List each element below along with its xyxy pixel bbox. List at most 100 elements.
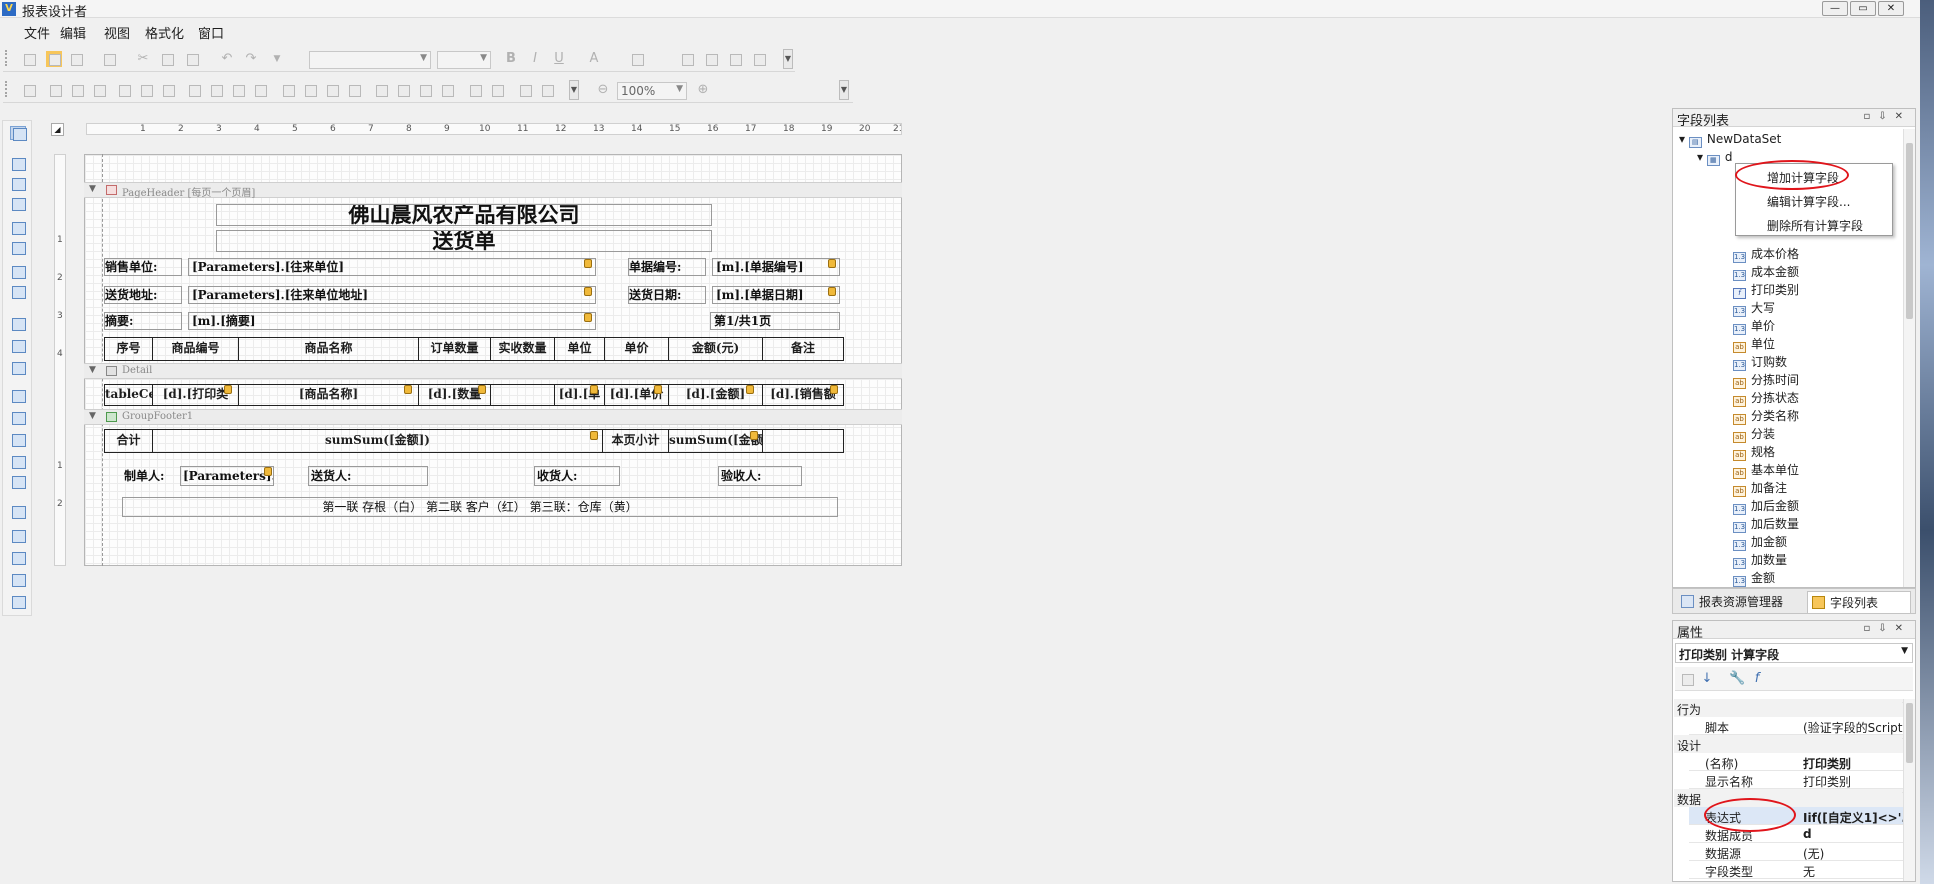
minimize-button[interactable]: —	[1822, 1, 1848, 16]
field-item[interactable]: ab 分拣状态	[1733, 389, 1799, 407]
ruler-corner-button[interactable]: ◢	[51, 123, 64, 136]
header-cell[interactable]: 商品名称	[239, 338, 419, 360]
category-behavior[interactable]: 行为⌃	[1674, 699, 1915, 717]
detail-cell[interactable]	[491, 385, 555, 405]
checker-label[interactable]: 验收人:	[718, 466, 802, 486]
redo-dropdown-icon[interactable]: ▼	[269, 51, 285, 67]
header-table[interactable]: 序号 商品编号 商品名称 订单数量 实收数量 单位 单价 金额(元) 备注	[104, 337, 844, 361]
document-title[interactable]: 送货单	[216, 230, 712, 252]
header-cell[interactable]: 订单数量	[419, 338, 491, 360]
panel-tool-icon[interactable]	[10, 241, 26, 255]
align-center-icon[interactable]	[703, 51, 719, 67]
toc-tool-icon[interactable]	[10, 551, 26, 565]
field-item[interactable]: ab 分拣时间	[1733, 371, 1799, 389]
panel-buttons[interactable]: ▫⇩✕	[1863, 111, 1911, 122]
field-item[interactable]: 1.3 订购数	[1733, 353, 1787, 371]
header-cell[interactable]: 实收数量	[491, 338, 555, 360]
object-selector[interactable]: 打印类别 计算字段 ▼	[1675, 643, 1913, 663]
copy-icon[interactable]	[159, 51, 175, 67]
field-item[interactable]: 1.3 金额	[1733, 569, 1775, 587]
field-item[interactable]: f 打印类别	[1733, 281, 1799, 299]
richtext-tool-icon[interactable]	[10, 197, 26, 211]
toolbar-grip[interactable]	[5, 50, 9, 66]
alphabetical-icon[interactable]: ↓	[1699, 671, 1715, 687]
property-row[interactable]: 数据源 (无)	[1689, 843, 1915, 861]
collapse-icon[interactable]: ▼	[89, 365, 96, 375]
field-item[interactable]: 1.3 加后数量	[1733, 515, 1799, 533]
field-item[interactable]: 1.3 单价	[1733, 317, 1775, 335]
pointer-tool-icon[interactable]	[10, 126, 27, 141]
zoom-out-icon[interactable]: ⊖	[595, 82, 611, 98]
footer-table[interactable]: 合计 sumSum([金额]) 本页小计 sumSum([金额]	[104, 429, 844, 453]
same-height-icon[interactable]	[230, 82, 246, 98]
cross-band-tool-icon[interactable]	[10, 595, 26, 609]
page-info-tool-icon[interactable]	[10, 505, 26, 519]
align-left-icon[interactable]	[679, 51, 695, 67]
page-break-tool-icon[interactable]	[10, 573, 26, 587]
field-item[interactable]: 1.3 成本金额	[1733, 263, 1799, 281]
total-field[interactable]: sumSum([金额])	[153, 430, 603, 452]
cut-icon[interactable]: ✂	[135, 51, 151, 67]
detail-cell[interactable]: [商品名称]	[239, 385, 419, 405]
sales-unit-field[interactable]: [Parameters].[往来单位]	[188, 258, 596, 276]
copies-note[interactable]: 第一联 存根（白） 第二联 客户（红） 第三联：仓库（黄）	[122, 497, 838, 517]
doc-no-field[interactable]: [m].[单据编号]	[712, 258, 840, 276]
properties-icon[interactable]: 🔧	[1729, 671, 1745, 687]
field-item[interactable]: 1.3 成本价格	[1733, 245, 1799, 263]
maker-field[interactable]: [Parameters].[	[180, 466, 274, 486]
property-row[interactable]: (名称) 打印类别	[1689, 753, 1915, 771]
justify-icon[interactable]	[751, 51, 767, 67]
field-item[interactable]: 1.3 加数量	[1733, 551, 1787, 569]
header-cell[interactable]: 备注	[763, 338, 843, 360]
same-width-icon[interactable]	[186, 82, 202, 98]
collapse-icon[interactable]: ▼	[89, 184, 96, 194]
menu-delete-all-calculated-fields[interactable]: 删除所有计算字段	[1767, 217, 1863, 234]
subreport-tool-icon[interactable]	[10, 529, 26, 543]
label-tool-icon[interactable]	[10, 157, 26, 171]
page-info-field[interactable]: 第1/共1页	[710, 312, 840, 330]
header-cell[interactable]: 金额(元)	[669, 338, 763, 360]
field-item[interactable]: ab 规格	[1733, 443, 1775, 461]
character-comb-tool-icon[interactable]	[10, 285, 26, 299]
table-tool-icon[interactable]	[10, 265, 26, 279]
toolbar-overflow-icon[interactable]: ▼	[569, 80, 579, 100]
receiver-label[interactable]: 收货人:	[534, 466, 620, 486]
bring-to-front-icon[interactable]	[517, 82, 533, 98]
back-color-icon[interactable]	[629, 51, 645, 67]
summary-field[interactable]: [m].[摘要]	[188, 312, 596, 330]
new-icon[interactable]	[21, 51, 37, 67]
center-horizontally-icon[interactable]	[467, 82, 483, 98]
shape-tool-icon[interactable]	[10, 339, 26, 353]
category-data[interactable]: 数据⌃	[1674, 789, 1915, 807]
doc-no-label[interactable]: 单据编号:	[628, 258, 706, 276]
panel-buttons[interactable]: ▫⇩✕	[1863, 623, 1911, 634]
address-label[interactable]: 送货地址:	[104, 286, 182, 304]
size-to-grid-icon[interactable]	[208, 82, 224, 98]
align-lefts-icon[interactable]	[47, 82, 63, 98]
header-cell[interactable]: 单位	[555, 338, 605, 360]
italic-icon[interactable]: I	[527, 51, 543, 67]
bold-icon[interactable]: B	[503, 51, 519, 67]
footer-empty-cell[interactable]	[763, 430, 843, 452]
band-page-header[interactable]: ▼ PageHeader [每页一个页眉]	[84, 182, 902, 199]
align-to-grid-icon[interactable]	[21, 82, 37, 98]
field-item[interactable]: 1.3 加后金额	[1733, 497, 1799, 515]
field-item[interactable]: ab 加备注	[1733, 479, 1787, 497]
pivot-tool-icon[interactable]	[10, 475, 26, 489]
toolbar-grip[interactable]	[5, 81, 9, 97]
menu-edit[interactable]: 编辑	[60, 23, 86, 42]
tree-root-newdataset[interactable]: ▾ ▤ NewDataSet	[1679, 132, 1781, 148]
redo-icon[interactable]: ↷	[243, 51, 259, 67]
align-bottoms-icon[interactable]	[160, 82, 176, 98]
collapse-icon[interactable]: ▼	[89, 411, 96, 421]
zoom-in-icon[interactable]: ⊕	[695, 82, 711, 98]
property-row[interactable]: 显示名称 打印类别	[1689, 771, 1915, 789]
same-size-icon[interactable]	[252, 82, 268, 98]
fore-color-icon[interactable]: A	[586, 51, 602, 67]
gauge-tool-icon[interactable]	[10, 411, 26, 425]
field-list-scrollbar[interactable]	[1903, 129, 1915, 587]
maker-label[interactable]: 制单人:	[124, 467, 164, 484]
vspace-decrease-icon[interactable]	[417, 82, 433, 98]
restore-button[interactable]: ▭	[1850, 1, 1876, 16]
hspace-increase-icon[interactable]	[302, 82, 318, 98]
